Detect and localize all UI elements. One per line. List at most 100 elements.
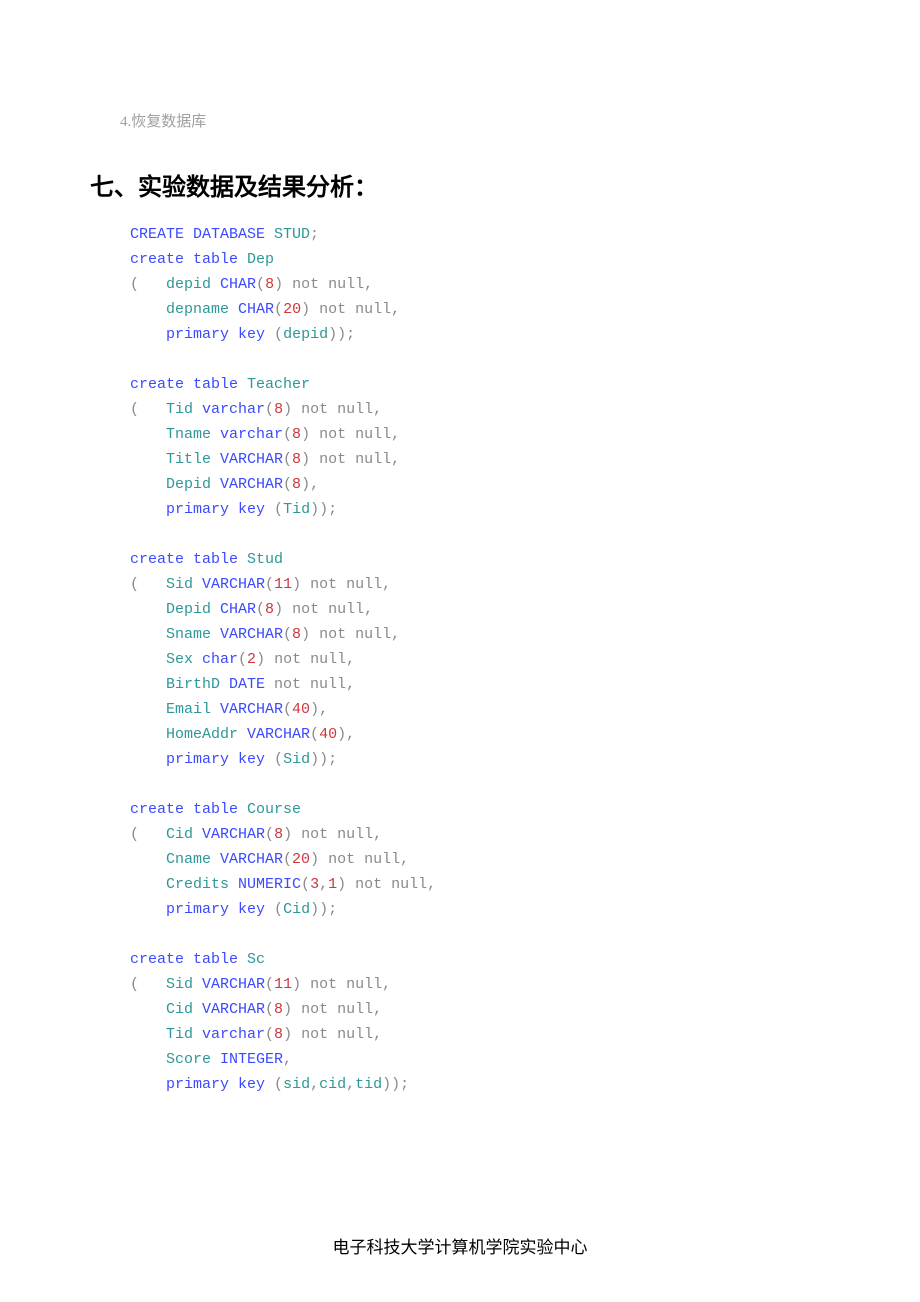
col-tname: Tname [130, 426, 211, 443]
kw-primary: primary [166, 326, 229, 343]
type-integer: INTEGER [211, 1051, 283, 1068]
kw-not: not [310, 451, 346, 468]
paren: )); [382, 1076, 409, 1093]
comma: , [319, 876, 328, 893]
col-birthd: BirthD [130, 676, 220, 693]
paren: ) [283, 1026, 292, 1043]
paren: ( [130, 826, 166, 843]
paren: ) [337, 876, 346, 893]
comma: , [382, 576, 391, 593]
kw-database: DATABASE [184, 226, 265, 243]
kw-key: key [229, 901, 265, 918]
col-depname: depname [130, 301, 229, 318]
num: 8 [274, 826, 283, 843]
paren: ( [130, 276, 166, 293]
kw-not: not [346, 876, 382, 893]
paren: ( [265, 976, 274, 993]
paren: ( [130, 401, 166, 418]
id-stud: Stud [238, 551, 283, 568]
kw-create: create [130, 951, 184, 968]
col-score: Score [130, 1051, 211, 1068]
type-varchar: varchar [193, 1026, 265, 1043]
kw-table: table [184, 551, 238, 568]
col-cid: Cid [130, 1001, 193, 1018]
paren: ( [274, 301, 283, 318]
comma: , [391, 451, 400, 468]
comma: , [364, 601, 373, 618]
type-varchar: VARCHAR [211, 626, 283, 643]
kw-table: table [184, 951, 238, 968]
id-sid: sid [283, 1076, 310, 1093]
kw-primary: primary [166, 751, 229, 768]
paren: ) [283, 826, 292, 843]
code-block: CREATE DATABASE STUD; create table Dep (… [130, 222, 830, 1097]
comma: , [391, 301, 400, 318]
section-heading: 七、实验数据及结果分析： [90, 167, 830, 202]
num: 11 [274, 576, 292, 593]
comma: , [382, 976, 391, 993]
kw-create: create [130, 251, 184, 268]
type-char: char [193, 651, 238, 668]
kw-not: not [292, 401, 328, 418]
num: 8 [274, 1026, 283, 1043]
kw-not: not [310, 301, 346, 318]
comma: , [310, 1076, 319, 1093]
kw-null: null [382, 876, 427, 893]
num: 2 [247, 651, 256, 668]
paren: ( [265, 1026, 274, 1043]
kw-null: null [328, 1001, 373, 1018]
comma: , [427, 876, 436, 893]
paren: ) [274, 601, 283, 618]
comma: , [283, 1051, 292, 1068]
type-date: DATE [220, 676, 265, 693]
paren: ) [301, 301, 310, 318]
col-tid: Tid [130, 1026, 193, 1043]
kw-null: null [319, 601, 364, 618]
kw-not: not [283, 601, 319, 618]
indent [130, 501, 166, 518]
num: 8 [292, 476, 301, 493]
kw-null: null [301, 676, 346, 693]
kw-table: table [184, 376, 238, 393]
paren: ), [337, 726, 355, 743]
paren: ( [283, 476, 292, 493]
num: 8 [265, 276, 274, 293]
num: 3 [310, 876, 319, 893]
kw-table: table [184, 801, 238, 818]
type-varchar: VARCHAR [238, 726, 310, 743]
id-dep: Dep [238, 251, 274, 268]
paren: ( [301, 876, 310, 893]
kw-not: not [310, 626, 346, 643]
comma: , [391, 626, 400, 643]
page-container: 4.恢复数据库 七、实验数据及结果分析： CREATE DATABASE STU… [0, 0, 920, 1302]
paren: ) [283, 1001, 292, 1018]
paren: ( [265, 901, 283, 918]
paren: ) [301, 626, 310, 643]
kw-not: not [265, 676, 301, 693]
comma: , [391, 426, 400, 443]
kw-primary: primary [166, 501, 229, 518]
kw-null: null [319, 276, 364, 293]
num: 1 [328, 876, 337, 893]
kw-primary: primary [166, 901, 229, 918]
kw-not: not [301, 976, 337, 993]
kw-not: not [292, 1001, 328, 1018]
kw-not: not [310, 426, 346, 443]
kw-not: not [265, 651, 301, 668]
comma: , [373, 1026, 382, 1043]
comma: , [346, 676, 355, 693]
kw-null: null [301, 651, 346, 668]
kw-null: null [337, 576, 382, 593]
kw-null: null [328, 826, 373, 843]
col-homeaddr: HomeAddr [130, 726, 238, 743]
kw-key: key [229, 751, 265, 768]
id-tid: tid [355, 1076, 382, 1093]
paren: ( [310, 726, 319, 743]
col-depid: Depid [130, 476, 211, 493]
paren: ( [283, 451, 292, 468]
paren: ( [130, 576, 166, 593]
col-depid: Depid [130, 601, 211, 618]
id-cid: Cid [283, 901, 310, 918]
id-teacher: Teacher [238, 376, 310, 393]
id-stud: STUD [265, 226, 310, 243]
